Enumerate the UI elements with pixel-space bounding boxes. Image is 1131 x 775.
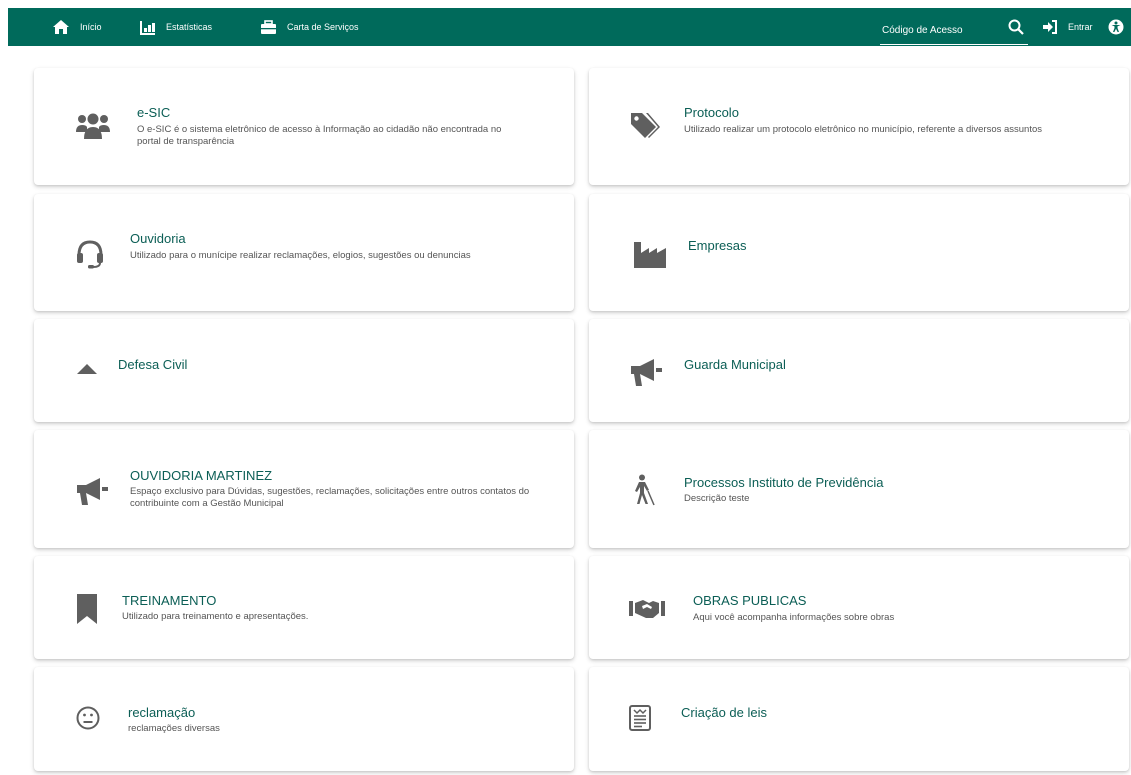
card-title: e-SIC (137, 105, 171, 120)
industry-icon (634, 242, 666, 268)
accessibility-button[interactable] (1108, 19, 1124, 40)
nav-statistics[interactable]: Estatísticas (140, 8, 212, 46)
accessibility-icon (1108, 19, 1124, 35)
nav-home-label: Início (80, 22, 102, 32)
bullhorn-icon (631, 359, 662, 386)
card-ouvidoria-martinez[interactable]: OUVIDORIA MARTINEZ Espaço exclusivo para… (34, 430, 574, 548)
nav-services[interactable]: Carta de Serviços (260, 8, 359, 46)
card-protocolo[interactable]: Protocolo Utilizado realizar um protocol… (589, 68, 1129, 185)
nav-statistics-label: Estatísticas (166, 22, 213, 32)
card-title: OBRAS PUBLICAS (693, 593, 807, 608)
handshake-icon (629, 600, 665, 618)
home-icon (53, 20, 69, 34)
access-code-input[interactable] (880, 24, 1000, 36)
headset-icon (77, 240, 103, 269)
card-description: Aqui você acompanha informações sobre ob… (693, 612, 895, 623)
bookmark-icon (77, 594, 97, 624)
card-title: TREINAMENTO (122, 593, 217, 608)
card-title: Processos Instituto de Previdência (684, 475, 884, 490)
card-description: O e-SIC é o sistema eletrônico de acesso… (137, 124, 502, 147)
card-defesa-civil[interactable]: Defesa Civil (34, 319, 574, 422)
card-description: Utilizado realizar um protocolo eletrôni… (684, 124, 1043, 135)
card-title: reclamação (128, 705, 196, 720)
card-esic[interactable]: e-SIC O e-SIC é o sistema eletrônico de … (34, 68, 574, 185)
users-icon (76, 113, 110, 139)
card-guarda-municipal[interactable]: Guarda Municipal (589, 319, 1129, 422)
sign-in-icon (1043, 20, 1057, 34)
card-description: Espaço exclusivo para Dúvidas, sugestões… (130, 486, 530, 509)
card-obras-publicas[interactable]: OBRAS PUBLICAS Aqui você acompanha infor… (589, 556, 1129, 659)
nav-home[interactable]: Início (52, 8, 102, 46)
access-code-search (880, 16, 1028, 45)
card-description: reclamações diversas (128, 723, 220, 734)
search-button[interactable] (1008, 19, 1024, 40)
card-title: Ouvidoria (130, 231, 186, 246)
card-description: Utilizado para treinamento e apresentaçõ… (122, 611, 309, 622)
card-title: Criação de leis (681, 705, 767, 720)
card-description: Descrição teste (684, 493, 750, 504)
card-ouvidoria[interactable]: Ouvidoria Utilizado para o munícipe real… (34, 194, 574, 311)
briefcase-icon (261, 19, 276, 34)
card-title: Empresas (688, 238, 747, 253)
meh-face-icon (76, 706, 100, 730)
card-title: Protocolo (684, 105, 739, 120)
search-icon (1008, 19, 1024, 35)
top-navbar: Início Estatísticas Carta de Serviços En… (8, 8, 1131, 46)
login-button[interactable]: Entrar (1042, 8, 1093, 46)
card-title: Defesa Civil (118, 357, 188, 372)
card-treinamento[interactable]: TREINAMENTO Utilizado para treinamento e… (34, 556, 574, 659)
card-empresas[interactable]: Empresas (589, 194, 1129, 311)
card-reclamacao[interactable]: reclamação reclamações diversas (34, 667, 574, 771)
newspaper-icon (629, 705, 651, 731)
triangle-icon (77, 364, 97, 374)
card-description: Utilizado para o munícipe realizar recla… (130, 250, 471, 261)
login-label: Entrar (1068, 22, 1093, 32)
nav-services-label: Carta de Serviços (287, 22, 359, 32)
card-title: Guarda Municipal (684, 357, 786, 372)
card-title: OUVIDORIA MARTINEZ (130, 468, 273, 483)
tags-icon (631, 113, 660, 138)
person-cane-icon (635, 474, 655, 506)
card-criacao-de-leis[interactable]: Criação de leis (589, 667, 1129, 771)
bullhorn-icon (77, 478, 108, 505)
card-processos-previdencia[interactable]: Processos Instituto de Previdência Descr… (589, 430, 1129, 548)
chart-icon (140, 20, 155, 35)
